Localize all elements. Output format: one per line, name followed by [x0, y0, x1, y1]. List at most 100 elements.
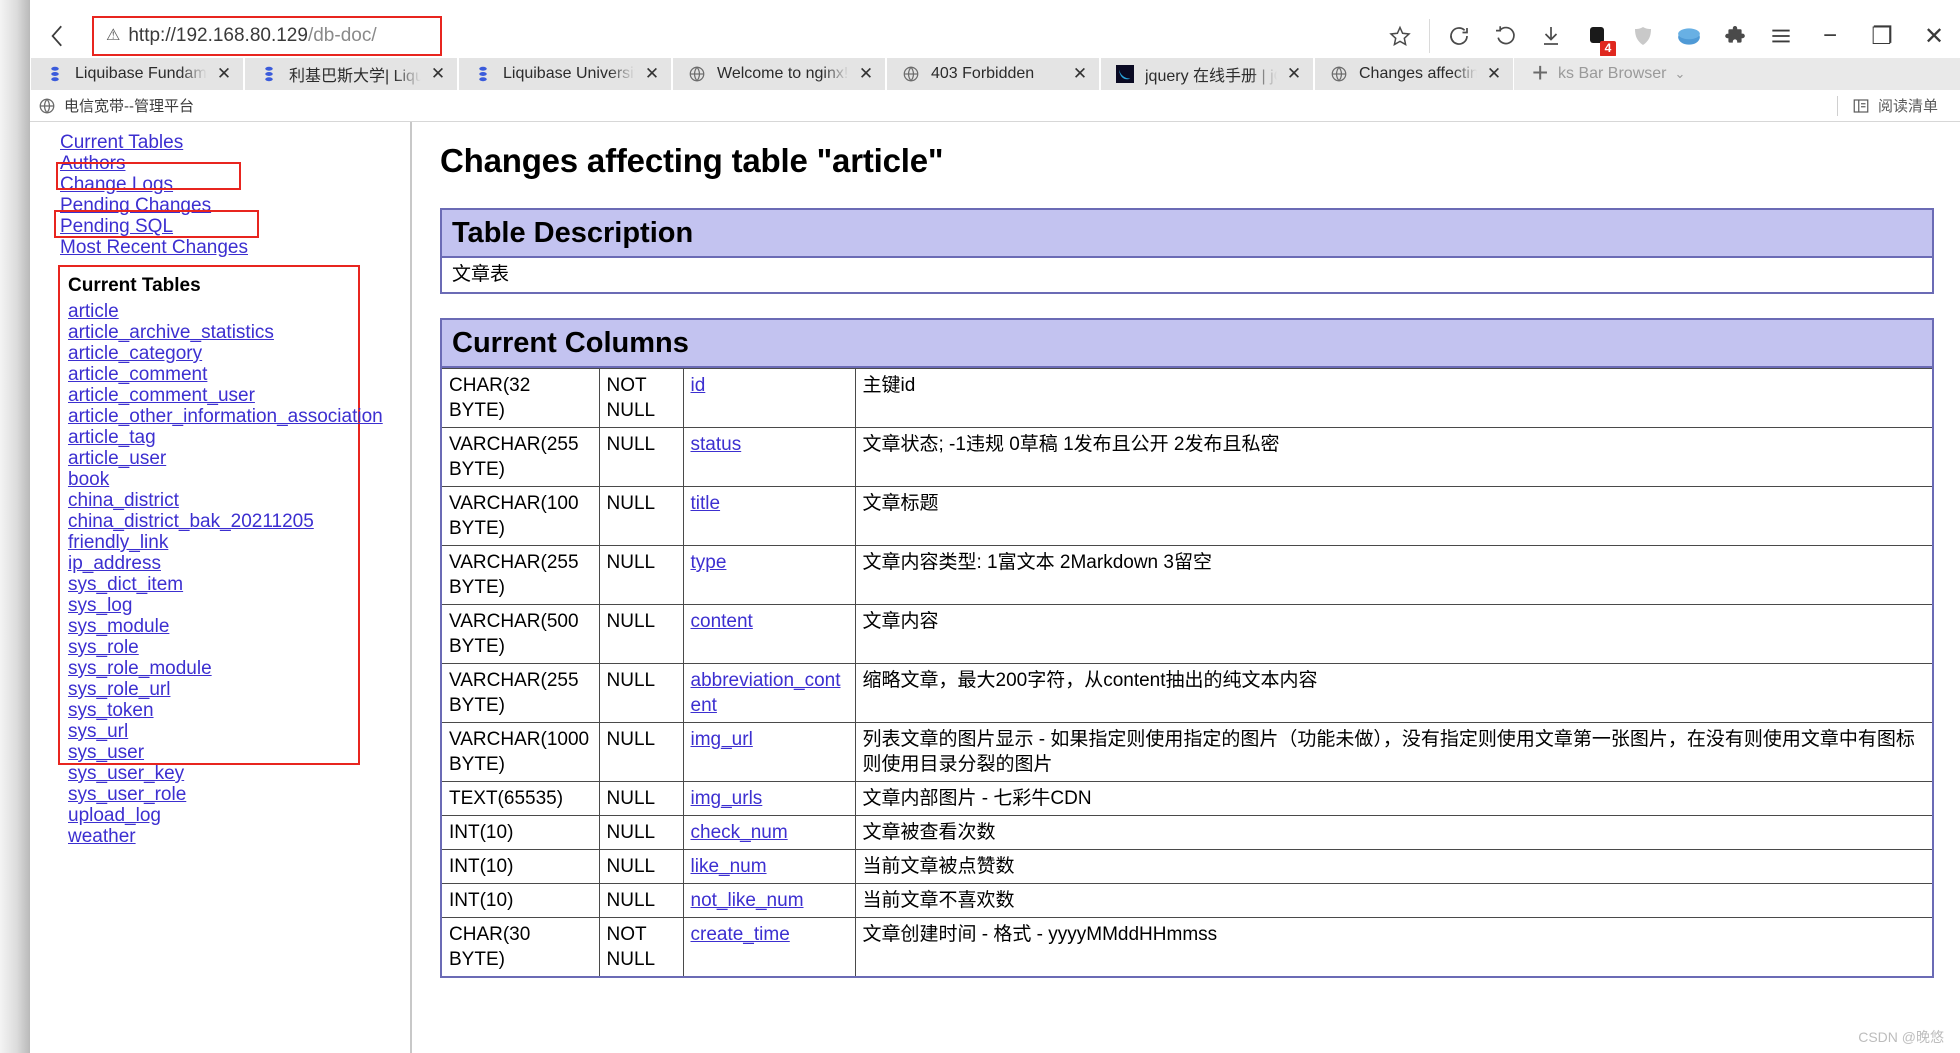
column-description-cell: 文章被查看次数 — [854, 815, 1934, 850]
tab-title: 403 Forbidden — [931, 65, 1035, 82]
url-input[interactable]: http://192.168.80.129/db-doc/ — [128, 25, 376, 47]
column-type-cell: VARCHAR(255 BYTE) — [440, 427, 600, 487]
column-name-link[interactable]: abbreviation_content — [691, 670, 841, 716]
table-link[interactable]: sys_module — [68, 616, 358, 637]
table-link[interactable]: book — [68, 469, 358, 490]
bookmark-star-icon[interactable] — [1377, 13, 1423, 59]
column-name-link[interactable]: title — [691, 493, 721, 514]
table-link[interactable]: china_district — [68, 490, 358, 511]
browser-tab-active[interactable]: Changes affecting tabl ✕ — [1314, 58, 1514, 90]
column-name-link[interactable]: img_url — [691, 729, 753, 750]
browser-tab[interactable]: Liquibase Fundamenta ✕ — [30, 58, 244, 90]
table-link[interactable]: article_comment_user — [68, 385, 358, 406]
column-name-link[interactable]: like_num — [691, 856, 767, 877]
download-count-badge: 4 — [1600, 41, 1616, 57]
sidebar-link-label[interactable]: Authors — [60, 153, 410, 174]
browser-tab[interactable]: 利基巴斯大学| Liquibas ✕ — [244, 58, 458, 90]
column-name-cell: check_num — [682, 815, 856, 850]
sidebar-link-label[interactable]: Most Recent Changes — [60, 237, 410, 258]
window-restore-button[interactable]: ❐ — [1856, 13, 1908, 59]
table-link[interactable]: sys_dict_item — [68, 574, 358, 595]
sidebar-item-most-recent-changes[interactable]: Most Recent Changes — [60, 237, 410, 258]
table-link[interactable]: china_district_bak_20211205 — [68, 511, 358, 532]
table-link[interactable]: sys_role — [68, 637, 358, 658]
column-name-link[interactable]: img_urls — [691, 788, 763, 809]
table-link[interactable]: sys_user_role — [68, 784, 358, 805]
browser-tab[interactable]: 403 Forbidden ✕ — [886, 58, 1100, 90]
browser-tab[interactable]: Welcome to nginx! ✕ — [672, 58, 886, 90]
plus-icon[interactable]: + — [1532, 59, 1548, 87]
column-type-cell: VARCHAR(255 BYTE) — [440, 663, 600, 723]
table-link[interactable]: article_tag — [68, 427, 358, 448]
sidebar-item-authors[interactable]: Authors — [60, 153, 410, 174]
close-icon[interactable]: ✕ — [855, 63, 877, 85]
sidebar-link-label[interactable]: Pending SQL — [60, 216, 410, 237]
current-columns-table: CHAR(32 BYTE) NOT NULL id 主键id VARCHAR(255 B… — [440, 368, 1934, 978]
column-name-link[interactable]: content — [691, 611, 753, 632]
table-link[interactable]: sys_role_url — [68, 679, 358, 700]
sidebar-item-change-logs[interactable]: Change Logs — [60, 174, 410, 195]
table-link[interactable]: ip_address — [68, 553, 358, 574]
column-name-link[interactable]: status — [691, 434, 742, 455]
column-name-link[interactable]: type — [691, 552, 727, 573]
chevron-down-icon[interactable]: ⌄ — [1674, 66, 1685, 82]
table-link[interactable]: sys_url — [68, 721, 358, 742]
column-name-link[interactable]: create_time — [691, 924, 790, 945]
table-link[interactable]: upload_log — [68, 805, 358, 826]
bookmark-item[interactable]: 电信宽带--管理平台 — [30, 92, 202, 120]
column-nullable-cell: NULL — [598, 486, 684, 546]
column-nullable-cell: NULL — [598, 604, 684, 664]
browser-menu-icon[interactable] — [1758, 13, 1804, 59]
column-name-link[interactable]: check_num — [691, 822, 788, 843]
sidebar-link-label[interactable]: Pending Changes — [60, 195, 410, 216]
close-icon[interactable]: ✕ — [1069, 63, 1091, 85]
window-close-button[interactable]: ✕ — [1908, 13, 1960, 59]
history-back-icon[interactable] — [1482, 13, 1528, 59]
close-icon[interactable]: ✕ — [427, 63, 449, 85]
sidebar-link-label[interactable]: Change Logs — [60, 174, 410, 195]
column-type-cell: INT(10) — [440, 849, 600, 884]
not-secure-warning-icon: ⚠ — [106, 27, 121, 44]
table-link[interactable]: sys_user — [68, 742, 358, 763]
close-icon[interactable]: ✕ — [213, 63, 235, 85]
table-link[interactable]: article_archive_statistics — [68, 322, 358, 343]
shield-extension-icon[interactable] — [1620, 13, 1666, 59]
column-name-cell: img_urls — [682, 781, 856, 816]
reading-list-button[interactable]: 阅读清单 — [1836, 95, 1960, 116]
sidebar-item-pending-changes[interactable]: Pending Changes — [60, 195, 410, 216]
table-link[interactable]: sys_user_key — [68, 763, 358, 784]
table-link[interactable]: sys_log — [68, 595, 358, 616]
sidebar-link-label[interactable]: Current Tables — [60, 132, 410, 153]
close-icon[interactable]: ✕ — [1283, 63, 1305, 85]
sync-refresh-icon[interactable] — [1436, 13, 1482, 59]
column-description-cell: 文章内部图片 - 七彩牛CDN — [854, 781, 1934, 816]
sidebar-item-current-tables[interactable]: Current Tables — [60, 132, 410, 153]
sidebar-nav: Current Tables Authors Change Logs Pendi… — [54, 132, 410, 258]
table-link[interactable]: sys_token — [68, 700, 358, 721]
extensions-puzzle-icon[interactable] — [1712, 13, 1758, 59]
window-minimize-button[interactable]: − — [1804, 13, 1856, 59]
downloads-icon[interactable] — [1528, 13, 1574, 59]
table-link[interactable]: friendly_link — [68, 532, 358, 553]
browser-profile-icon[interactable] — [1666, 13, 1712, 59]
column-name-link[interactable]: id — [691, 375, 706, 396]
close-icon[interactable]: ✕ — [1483, 63, 1505, 85]
current-tables-list: article article_archive_statistics article… — [68, 301, 383, 847]
browser-tab[interactable]: Liquibase University | L ✕ — [458, 58, 672, 90]
column-name-link[interactable]: not_like_num — [691, 890, 804, 911]
table-link[interactable]: article_other_information_association — [68, 406, 383, 427]
address-bar[interactable]: ⚠ http://192.168.80.129/db-doc/ — [92, 16, 442, 56]
table-link[interactable]: article — [68, 301, 358, 322]
extension-badge-icon[interactable]: 4 — [1574, 13, 1620, 59]
table-link[interactable]: article_category — [68, 343, 358, 364]
table-link[interactable]: article_user — [68, 448, 358, 469]
table-link[interactable]: article_comment — [68, 364, 358, 385]
new-tab-button[interactable]: + ks Bar Browser ⌄ — [1514, 58, 1960, 90]
close-icon[interactable]: ✕ — [641, 63, 663, 85]
column-type-cell: VARCHAR(255 BYTE) — [440, 545, 600, 605]
sidebar-item-pending-sql[interactable]: Pending SQL — [60, 216, 410, 237]
table-link[interactable]: sys_role_module — [68, 658, 358, 679]
browser-tab[interactable]: jquery 在线手册 | jQue ✕ — [1100, 58, 1314, 90]
table-link[interactable]: weather — [68, 826, 358, 847]
back-arrow-icon[interactable] — [30, 10, 86, 62]
